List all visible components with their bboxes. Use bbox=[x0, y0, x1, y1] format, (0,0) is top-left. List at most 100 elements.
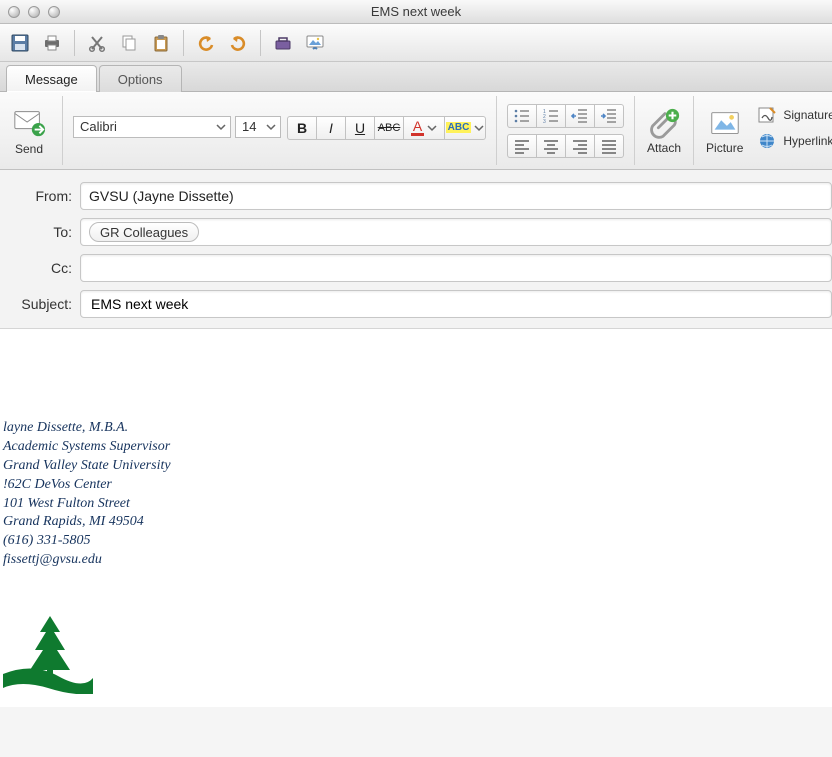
ribbon: Send Calibri 14 B I U ABC A bbox=[0, 92, 832, 170]
align-center-icon bbox=[541, 136, 561, 156]
italic-button[interactable]: I bbox=[316, 116, 346, 140]
bold-label: B bbox=[297, 120, 307, 136]
numbered-list-button[interactable]: 123 bbox=[536, 104, 566, 128]
increase-indent-button[interactable] bbox=[594, 104, 624, 128]
font-color-button[interactable]: A bbox=[403, 116, 445, 140]
media-icon bbox=[305, 33, 325, 53]
align-right-button[interactable] bbox=[565, 134, 595, 158]
picture-button[interactable]: Picture bbox=[704, 105, 745, 157]
message-headers: From: GVSU (Jayne Dissette) To: GR Colle… bbox=[0, 170, 832, 329]
to-field[interactable]: GR Colleagues bbox=[80, 218, 832, 246]
decrease-indent-icon bbox=[570, 106, 590, 126]
to-row: To: GR Colleagues bbox=[0, 214, 832, 250]
redo-icon bbox=[228, 33, 248, 53]
align-left-icon bbox=[512, 136, 532, 156]
window-controls bbox=[0, 6, 60, 18]
align-center-button[interactable] bbox=[536, 134, 566, 158]
font-size-value: 14 bbox=[242, 119, 256, 134]
sig-line-6: Grand Rapids, MI 49504 bbox=[3, 513, 832, 532]
cut-button[interactable] bbox=[83, 30, 111, 56]
separator bbox=[260, 30, 261, 56]
decrease-indent-button[interactable] bbox=[565, 104, 595, 128]
attach-button[interactable]: Attach bbox=[645, 105, 683, 157]
cc-label: Cc: bbox=[0, 260, 80, 276]
recipient-token[interactable]: GR Colleagues bbox=[89, 222, 199, 242]
road-icon bbox=[3, 666, 93, 694]
undo-icon bbox=[196, 33, 216, 53]
print-button[interactable] bbox=[38, 30, 66, 56]
justify-icon bbox=[599, 136, 619, 156]
copy-icon bbox=[119, 33, 139, 53]
to-label: To: bbox=[0, 224, 80, 240]
tab-message[interactable]: Message bbox=[6, 65, 97, 92]
quick-access-toolbar bbox=[0, 24, 832, 62]
sig-line-8: fissettj@gvsu.edu bbox=[3, 551, 832, 570]
cc-field[interactable] bbox=[80, 254, 832, 282]
attach-label: Attach bbox=[647, 141, 681, 155]
align-left-button[interactable] bbox=[507, 134, 537, 158]
subject-row: Subject: bbox=[0, 286, 832, 322]
font-name-value: Calibri bbox=[80, 119, 117, 134]
signatures-label: Signatures bbox=[783, 108, 832, 122]
font-name-select[interactable]: Calibri bbox=[73, 116, 231, 138]
scissors-icon bbox=[87, 33, 107, 53]
separator bbox=[74, 30, 75, 56]
redo-button[interactable] bbox=[224, 30, 252, 56]
justify-button[interactable] bbox=[594, 134, 624, 158]
numbered-list-icon: 123 bbox=[541, 106, 561, 126]
from-row: From: GVSU (Jayne Dissette) bbox=[0, 178, 832, 214]
paperclip-icon bbox=[647, 107, 681, 141]
bulleted-list-button[interactable] bbox=[507, 104, 537, 128]
svg-text:3: 3 bbox=[543, 119, 546, 125]
clipboard-icon bbox=[151, 33, 171, 53]
window-title: EMS next week bbox=[0, 4, 832, 19]
paragraph-group: 123 bbox=[497, 96, 635, 165]
subject-field[interactable] bbox=[80, 290, 832, 318]
strikethrough-button[interactable]: ABC bbox=[374, 116, 404, 140]
font-group: Calibri 14 B I U ABC A ABC bbox=[63, 96, 497, 165]
signature-logo bbox=[3, 616, 93, 694]
chevron-down-icon bbox=[216, 122, 226, 132]
cc-row: Cc: bbox=[0, 250, 832, 286]
sig-line-5: 101 West Fulton Street bbox=[3, 495, 832, 514]
subject-input[interactable] bbox=[89, 295, 823, 313]
font-size-select[interactable]: 14 bbox=[235, 116, 281, 138]
chevron-down-icon bbox=[474, 123, 484, 133]
send-button[interactable]: Send bbox=[10, 103, 48, 158]
bold-button[interactable]: B bbox=[287, 116, 317, 140]
minimize-window-button[interactable] bbox=[28, 6, 40, 18]
copy-button[interactable] bbox=[115, 30, 143, 56]
save-button[interactable] bbox=[6, 30, 34, 56]
highlight-button[interactable]: ABC bbox=[444, 116, 486, 140]
send-group: Send bbox=[6, 96, 63, 165]
signatures-button[interactable]: Signatures bbox=[757, 105, 832, 125]
globe-icon bbox=[757, 131, 777, 151]
from-field[interactable]: GVSU (Jayne Dissette) bbox=[80, 182, 832, 210]
from-value: GVSU (Jayne Dissette) bbox=[89, 188, 234, 204]
toolbox-icon bbox=[273, 33, 293, 53]
message-body[interactable]: layne Dissette, M.B.A. Academic Systems … bbox=[0, 329, 832, 707]
toolbox-button[interactable] bbox=[269, 30, 297, 56]
undo-button[interactable] bbox=[192, 30, 220, 56]
sig-line-7: (616) 331-5805 bbox=[3, 532, 832, 551]
chevron-down-icon bbox=[427, 123, 437, 133]
underline-label: U bbox=[355, 120, 365, 136]
paste-button[interactable] bbox=[147, 30, 175, 56]
attach-group: Attach bbox=[635, 96, 694, 165]
tab-options[interactable]: Options bbox=[99, 65, 182, 92]
close-window-button[interactable] bbox=[8, 6, 20, 18]
hyperlink-button[interactable]: Hyperlink bbox=[757, 131, 832, 151]
zoom-window-button[interactable] bbox=[48, 6, 60, 18]
font-color-label: A bbox=[411, 119, 424, 136]
highlight-label: ABC bbox=[446, 122, 472, 133]
signature-icon bbox=[757, 105, 777, 125]
sig-line-3: Grand Valley State University bbox=[3, 457, 832, 476]
cc-input[interactable] bbox=[89, 259, 823, 277]
media-browser-button[interactable] bbox=[301, 30, 329, 56]
subject-label: Subject: bbox=[0, 296, 80, 312]
underline-button[interactable]: U bbox=[345, 116, 375, 140]
save-icon bbox=[10, 33, 30, 53]
sig-line-1: layne Dissette, M.B.A. bbox=[3, 419, 832, 438]
separator bbox=[183, 30, 184, 56]
increase-indent-icon bbox=[599, 106, 619, 126]
